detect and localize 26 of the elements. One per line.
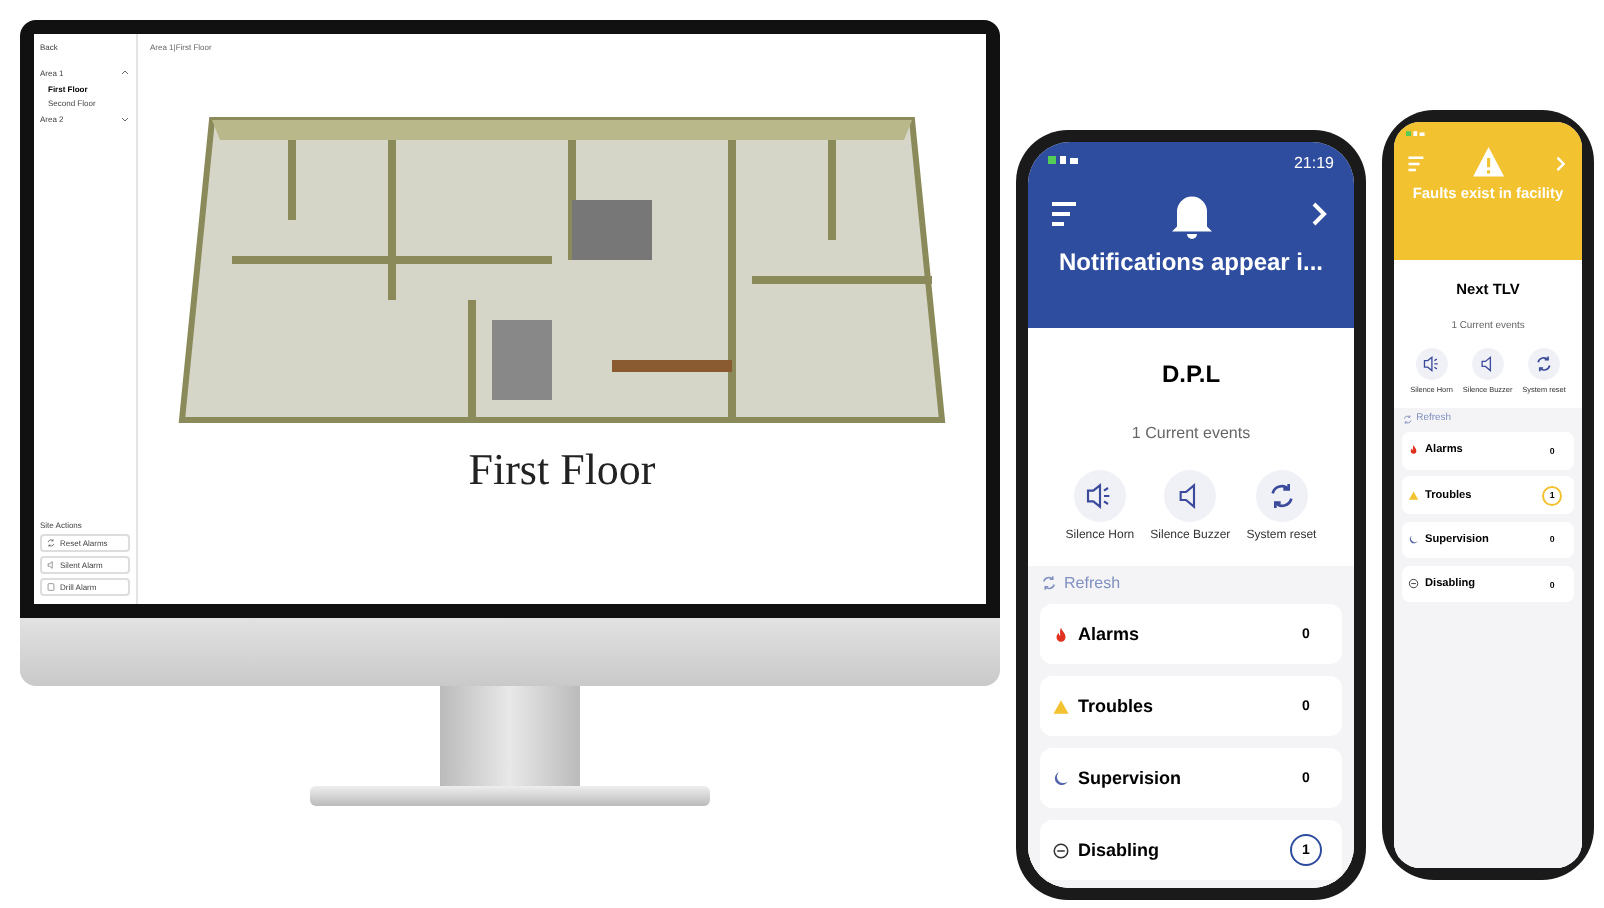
site-name: D.P.L <box>1161 360 1221 388</box>
status-icons <box>1406 129 1427 137</box>
reset-icon <box>1534 354 1554 375</box>
alarm-icon <box>1408 444 1421 457</box>
warning-icon <box>1469 144 1507 182</box>
category-label: Disabling <box>1078 840 1160 860</box>
supervision-icon <box>1408 534 1421 546</box>
trouble-icon <box>1408 489 1421 501</box>
refresh-icon <box>1040 574 1058 592</box>
silence-icon <box>46 560 56 570</box>
category-label: Supervision <box>1078 768 1182 788</box>
status-icons <box>1048 154 1080 166</box>
monitor-stand <box>440 686 580 786</box>
category-label: Troubles <box>1078 696 1154 716</box>
reset-icon <box>46 538 56 548</box>
category-label: Alarms <box>1078 624 1140 644</box>
status-time: 21:19 <box>1293 154 1334 172</box>
supervision-icon <box>1052 769 1070 787</box>
floor-title: First Floor <box>466 444 658 496</box>
alarm-icon <box>1052 625 1070 643</box>
trouble-icon <box>1052 697 1070 715</box>
events-count: 1 Current events <box>1131 424 1251 442</box>
banner-title: Notifications appear i... <box>1056 248 1326 276</box>
menu-icon[interactable] <box>1048 198 1080 230</box>
horn-icon <box>1421 354 1442 375</box>
disabling-icon <box>1052 841 1070 859</box>
